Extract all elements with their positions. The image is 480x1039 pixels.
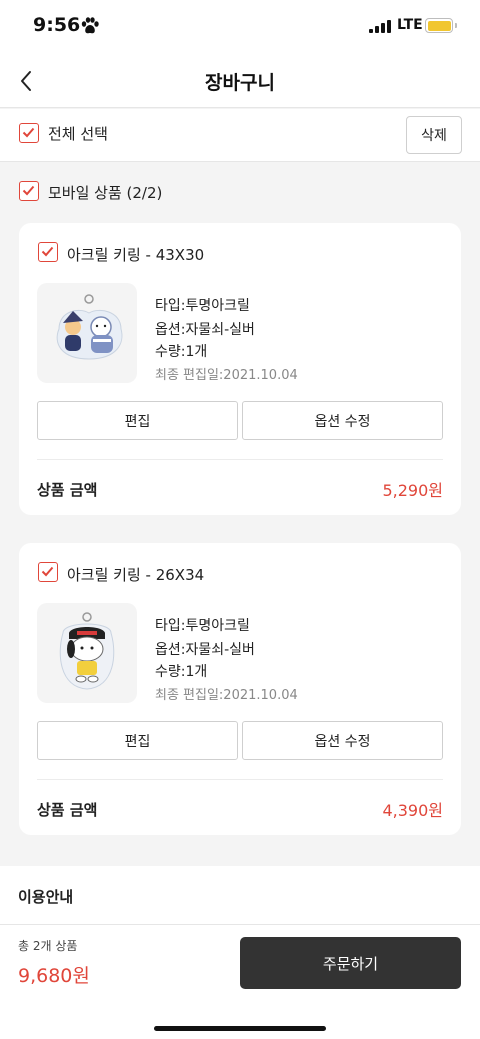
item-quantity: 수량:1개	[155, 344, 208, 360]
header: 장바구니	[0, 54, 480, 108]
edit-button[interactable]: 편집	[37, 401, 238, 440]
select-all-checkbox[interactable]	[19, 123, 39, 143]
signal-icon	[369, 20, 391, 33]
item-quantity: 수량:1개	[155, 664, 208, 680]
item-type: 타입:투명아크릴	[155, 618, 250, 634]
status-bar: 9:56 LTE	[0, 0, 480, 54]
keyring-image-characters	[56, 294, 123, 360]
cart-item-card: 아크릴 키링 - 43X30 타입:투명아크릴 옵션:자물쇠-실버 수량:1개 …	[19, 223, 461, 515]
item-title: 아크릴 키링 - 26X34	[67, 566, 205, 584]
item-title: 아크릴 키링 - 43X30	[67, 246, 205, 264]
price-label: 상품 금액	[37, 481, 98, 499]
battery-cap	[455, 23, 457, 28]
divider	[37, 459, 443, 460]
item-edited-date: 최종 편집일:2021.10.04	[155, 688, 298, 703]
divider	[37, 779, 443, 780]
usage-info-title: 이용안내	[18, 888, 74, 906]
item-option: 옵션:자물쇠-실버	[155, 642, 255, 658]
paw-icon	[81, 17, 99, 34]
item-type: 타입:투명아크릴	[155, 298, 250, 314]
delete-button[interactable]: 삭제	[406, 116, 462, 154]
check-icon	[22, 127, 35, 138]
home-indicator[interactable]	[154, 1026, 326, 1031]
order-footer: 총 2개 상품 9,680원 주문하기	[0, 924, 480, 1039]
price-value: 4,390원	[382, 801, 443, 820]
option-edit-button[interactable]: 옵션 수정	[242, 401, 443, 440]
item-option: 옵션:자물쇠-실버	[155, 322, 255, 338]
product-thumbnail[interactable]	[37, 603, 137, 703]
network-label: LTE	[397, 17, 423, 33]
item-checkbox[interactable]	[38, 562, 58, 582]
check-icon	[41, 246, 54, 257]
edit-button[interactable]: 편집	[37, 721, 238, 760]
cart-item-card: 아크릴 키링 - 26X34 타입:투명아크릴 옵션:자물쇠-실버 수량:1개 …	[19, 543, 461, 835]
price-label: 상품 금액	[37, 801, 98, 819]
usage-info-section[interactable]: 이용안내	[0, 866, 480, 924]
total-count: 총 2개 상품	[18, 939, 78, 953]
status-time: 9:56	[33, 14, 81, 36]
group-checkbox[interactable]	[19, 181, 39, 201]
total-price: 9,680원	[18, 965, 90, 987]
select-all-label: 전체 선택	[48, 125, 108, 143]
page-title: 장바구니	[205, 72, 275, 94]
item-edited-date: 최종 편집일:2021.10.04	[155, 368, 298, 383]
price-value: 5,290원	[382, 481, 443, 500]
keyring-image-pochacco	[59, 612, 115, 690]
order-button[interactable]: 주문하기	[240, 937, 461, 989]
group-label: 모바일 상품 (2/2)	[48, 184, 163, 202]
check-icon	[22, 185, 35, 196]
product-thumbnail[interactable]	[37, 283, 137, 383]
option-edit-button[interactable]: 옵션 수정	[242, 721, 443, 760]
item-checkbox[interactable]	[38, 242, 58, 262]
battery-icon	[425, 18, 453, 33]
check-icon	[41, 566, 54, 577]
